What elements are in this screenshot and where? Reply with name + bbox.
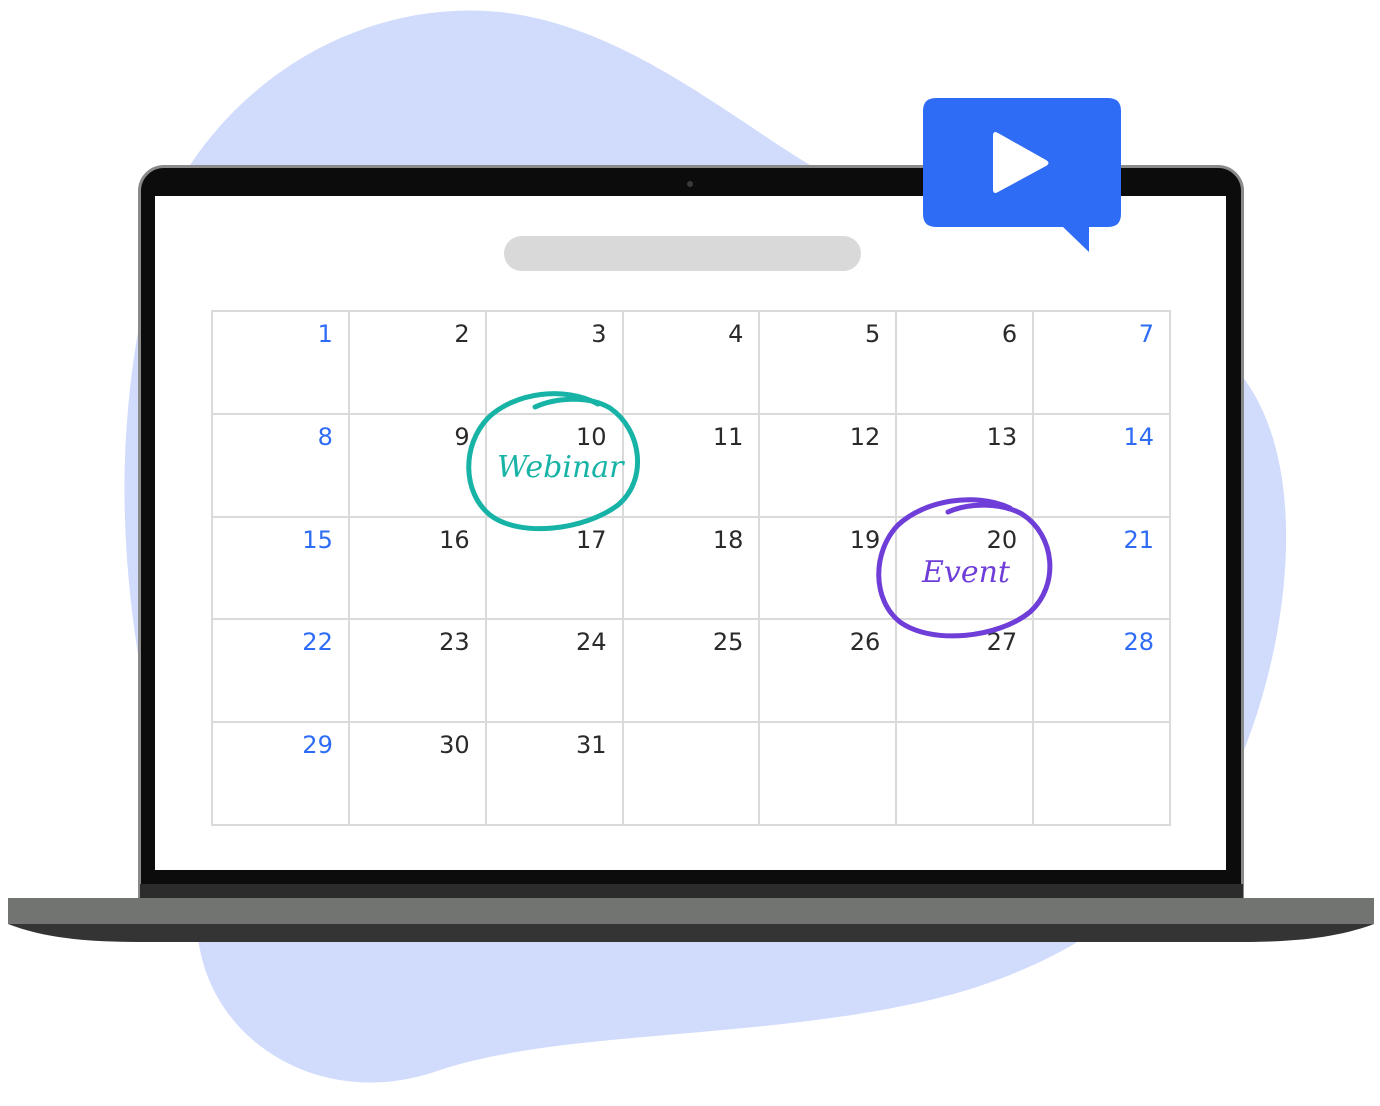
video-chat-badge[interactable] [0, 0, 1380, 1106]
